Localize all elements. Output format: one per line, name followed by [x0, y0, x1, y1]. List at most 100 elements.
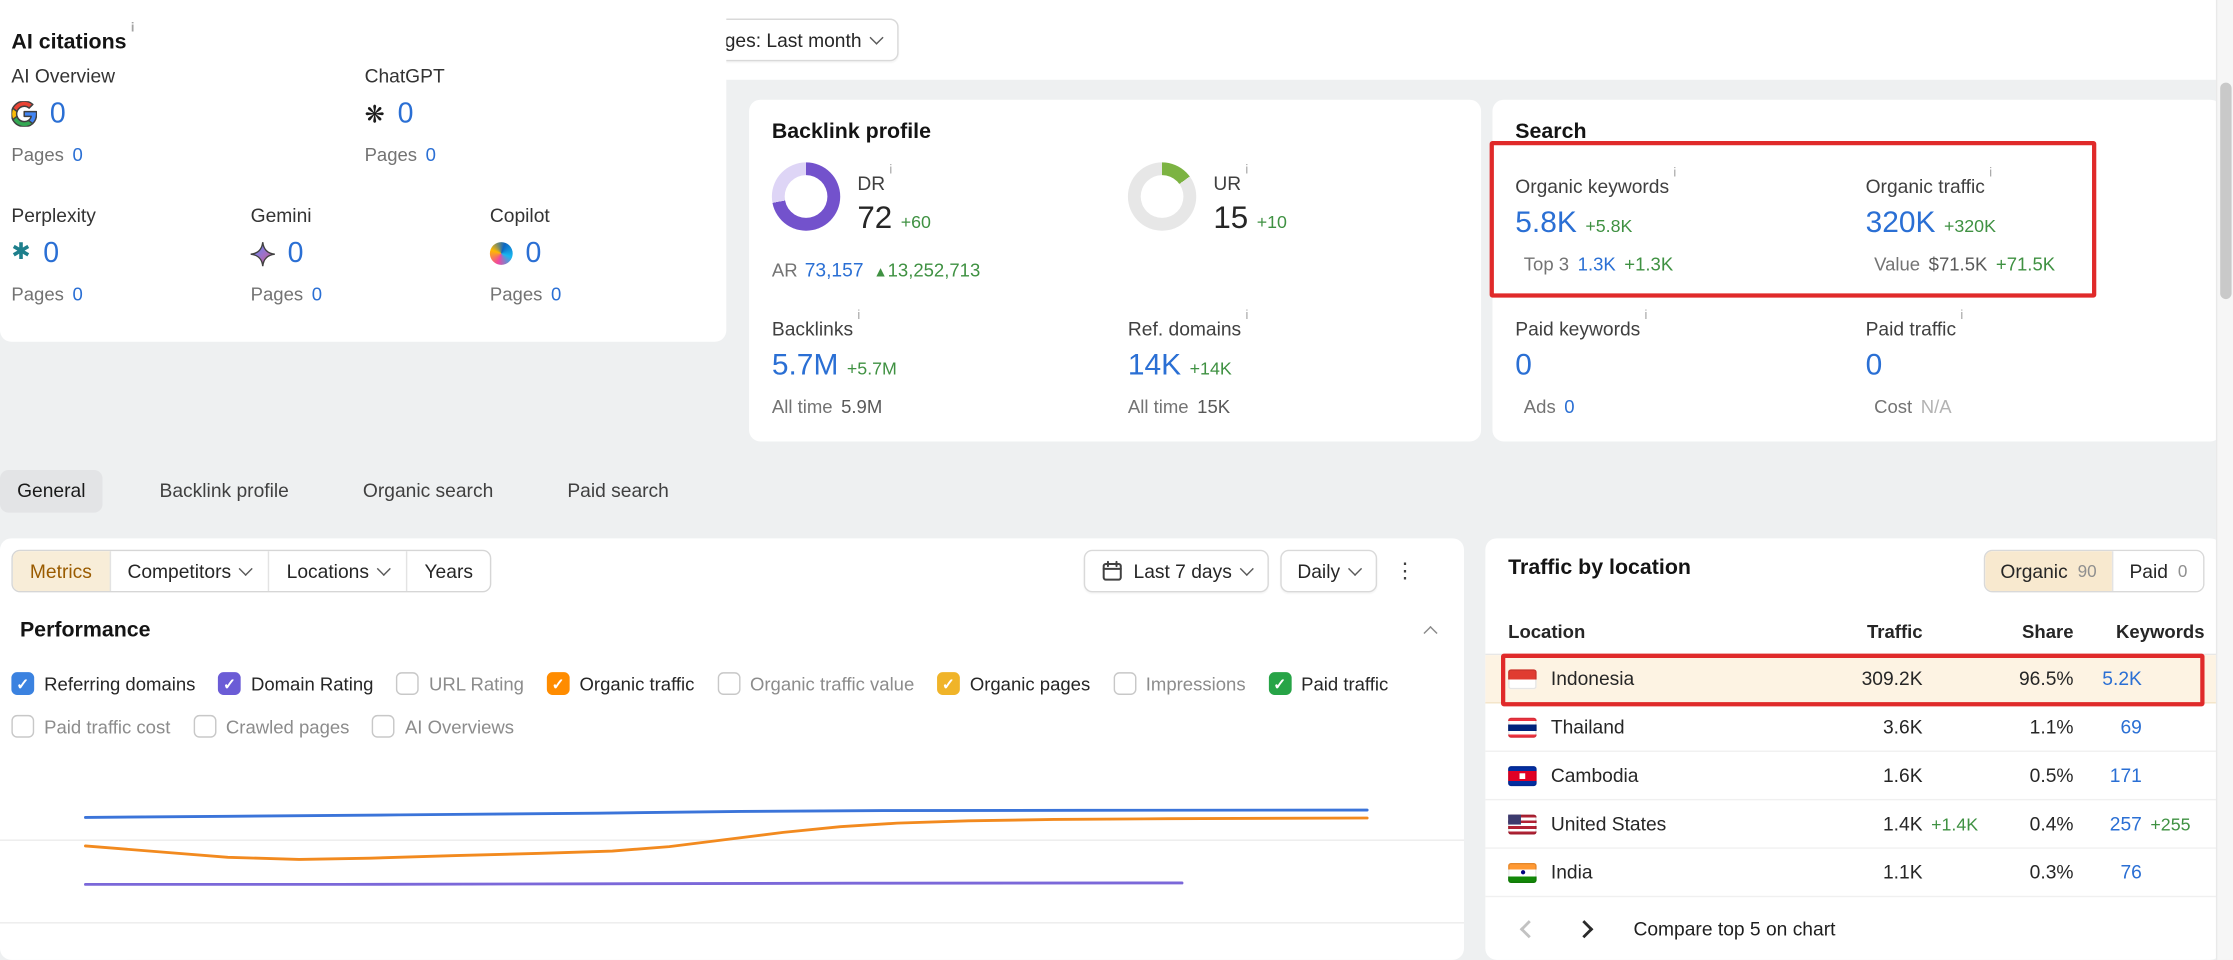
- pages-count-link[interactable]: 0: [551, 283, 561, 304]
- organic-traffic-value-link[interactable]: 320K: [1866, 206, 1936, 239]
- info-icon[interactable]: [127, 24, 135, 44]
- cost-value: N/A: [1921, 395, 1952, 416]
- kebab-menu-icon[interactable]: ⋮: [1389, 558, 1422, 584]
- dr-value: 72+60: [857, 199, 931, 236]
- keywords-link[interactable]: 5.2K: [2074, 668, 2142, 689]
- chart-line-domain-rating: [85, 883, 1182, 884]
- ar-change: ▲13,252,713: [873, 259, 980, 280]
- performance-title: Performance: [20, 618, 151, 642]
- checkbox-crawled-pages[interactable]: Crawled pages: [193, 715, 349, 738]
- share-value: 1.1%: [1991, 716, 2074, 737]
- chevron-down-icon: [239, 562, 253, 576]
- info-icon[interactable]: [1241, 169, 1248, 186]
- backlinks-value-link[interactable]: 5.7M: [772, 348, 838, 381]
- checkbox-organic-pages[interactable]: Organic pages: [937, 672, 1090, 695]
- info-icon[interactable]: [885, 169, 892, 186]
- top3-value-link[interactable]: 1.3K: [1578, 253, 1616, 274]
- checkbox-paid-traffic-cost[interactable]: Paid traffic cost: [11, 715, 170, 738]
- gemini-count[interactable]: 0: [288, 237, 304, 270]
- perplexity-count[interactable]: 0: [43, 237, 59, 270]
- ads-value-link[interactable]: 0: [1564, 395, 1574, 416]
- pages-count-link[interactable]: 0: [72, 283, 82, 304]
- google-icon: [11, 101, 37, 127]
- chatgpt-tile: ChatGPT ❋ 0 Pages0: [365, 66, 599, 166]
- info-icon[interactable]: [853, 315, 860, 332]
- organic-keywords-label: Organic keywords: [1515, 165, 1851, 197]
- chart-mode-segmented-control: Metrics Competitors Locations Years: [11, 550, 491, 593]
- column-share: Share: [1991, 621, 2074, 642]
- column-traffic: Traffic: [1811, 621, 1922, 642]
- performance-chart[interactable]: [0, 752, 1464, 960]
- india-flag-icon: [1508, 862, 1536, 882]
- alltime-value: 5.9M: [841, 395, 882, 416]
- competitors-segment[interactable]: Competitors: [110, 551, 269, 591]
- chart-line-referring-domains: [85, 810, 1367, 817]
- info-icon[interactable]: [1640, 315, 1647, 332]
- prev-page-chevron-icon[interactable]: [1520, 919, 1538, 937]
- date-range-dropdown[interactable]: Last 7 days: [1084, 550, 1269, 593]
- checkbox-url-rating[interactable]: URL Rating: [396, 672, 524, 695]
- tab-backlink-profile[interactable]: Backlink profile: [142, 470, 305, 513]
- checkbox-ai-overviews[interactable]: AI Overviews: [372, 715, 514, 738]
- copilot-count[interactable]: 0: [525, 237, 541, 270]
- granularity-dropdown[interactable]: Daily: [1280, 550, 1377, 593]
- share-value: 0.4%: [1991, 813, 2074, 834]
- metrics-segment[interactable]: Metrics: [13, 551, 111, 591]
- checkbox-organic-traffic-value[interactable]: Organic traffic value: [717, 672, 914, 695]
- info-icon[interactable]: [1241, 315, 1248, 332]
- checkbox-paid-traffic[interactable]: Paid traffic: [1268, 672, 1388, 695]
- info-icon[interactable]: [1956, 315, 1963, 332]
- perplexity-icon: ✱: [11, 242, 30, 265]
- paid-keywords-value-link[interactable]: 0: [1515, 348, 1532, 381]
- compare-top5-link[interactable]: Compare top 5 on chart: [1633, 918, 1835, 939]
- organic-toggle-chip[interactable]: Organic 90: [1985, 551, 2113, 591]
- keywords-link[interactable]: 257: [2074, 813, 2142, 834]
- checkbox-icon: [1113, 672, 1136, 695]
- ai-overview-count[interactable]: 0: [50, 98, 66, 131]
- chatgpt-count[interactable]: 0: [398, 98, 414, 131]
- traffic-value: 1.1K: [1811, 862, 1922, 883]
- ref-domains-metric: Ref. domains 14K+14K All time15K: [1128, 308, 1456, 417]
- checkbox-icon: [218, 672, 241, 695]
- ur-donut-chart: [1128, 162, 1196, 230]
- ar-label: AR: [772, 259, 798, 280]
- checkbox-domain-rating[interactable]: Domain Rating: [218, 672, 373, 695]
- paid-count-badge: 0: [2178, 561, 2188, 581]
- vertical-scrollbar[interactable]: [2216, 0, 2233, 960]
- pages-count-link[interactable]: 0: [72, 144, 82, 165]
- scrollbar-thumb[interactable]: [2220, 83, 2231, 299]
- keywords-link[interactable]: 171: [2074, 765, 2142, 786]
- performance-section-header: Performance: [20, 618, 1436, 642]
- checkbox-organic-traffic[interactable]: Organic traffic: [547, 672, 695, 695]
- checkbox-icon: [193, 715, 216, 738]
- ref-domains-value-link[interactable]: 14K: [1128, 348, 1181, 381]
- chevron-down-icon: [1240, 562, 1254, 576]
- locations-segment[interactable]: Locations: [270, 551, 408, 591]
- pages-count-link[interactable]: 0: [426, 144, 436, 165]
- alltime-label: All time: [1128, 395, 1189, 416]
- dr-label: DR: [857, 162, 931, 194]
- ai-overview-label: AI Overview: [11, 66, 245, 87]
- tab-organic-search[interactable]: Organic search: [346, 470, 511, 513]
- keywords-link[interactable]: 69: [2074, 716, 2142, 737]
- pages-count-link[interactable]: 0: [312, 283, 322, 304]
- paid-toggle-chip[interactable]: Paid 0: [2112, 551, 2203, 591]
- checkbox-impressions[interactable]: Impressions: [1113, 672, 1246, 695]
- alltime-label: All time: [772, 395, 833, 416]
- paid-traffic-value-link[interactable]: 0: [1866, 348, 1883, 381]
- keywords-link[interactable]: 76: [2074, 862, 2142, 883]
- checkbox-icon: [717, 672, 740, 695]
- next-page-chevron-icon[interactable]: [1575, 919, 1593, 937]
- pages-label: Pages: [11, 283, 64, 304]
- ar-value-link[interactable]: 73,157: [805, 259, 864, 280]
- years-segment[interactable]: Years: [407, 551, 490, 591]
- checkbox-referring-domains[interactable]: Referring domains: [11, 672, 195, 695]
- info-icon[interactable]: [1669, 172, 1676, 189]
- organic-traffic-tile: Organic traffic 320K+320K Value$71.5K+71…: [1866, 165, 2202, 274]
- tab-general[interactable]: General: [0, 470, 103, 513]
- collapse-chevron-icon[interactable]: [1423, 625, 1437, 639]
- info-icon[interactable]: [1985, 172, 1992, 189]
- organic-keywords-value-link[interactable]: 5.8K: [1515, 206, 1577, 239]
- dashboard-viewport: Monthly volume All locations Best links:…: [0, 0, 2233, 960]
- tab-paid-search[interactable]: Paid search: [550, 470, 686, 513]
